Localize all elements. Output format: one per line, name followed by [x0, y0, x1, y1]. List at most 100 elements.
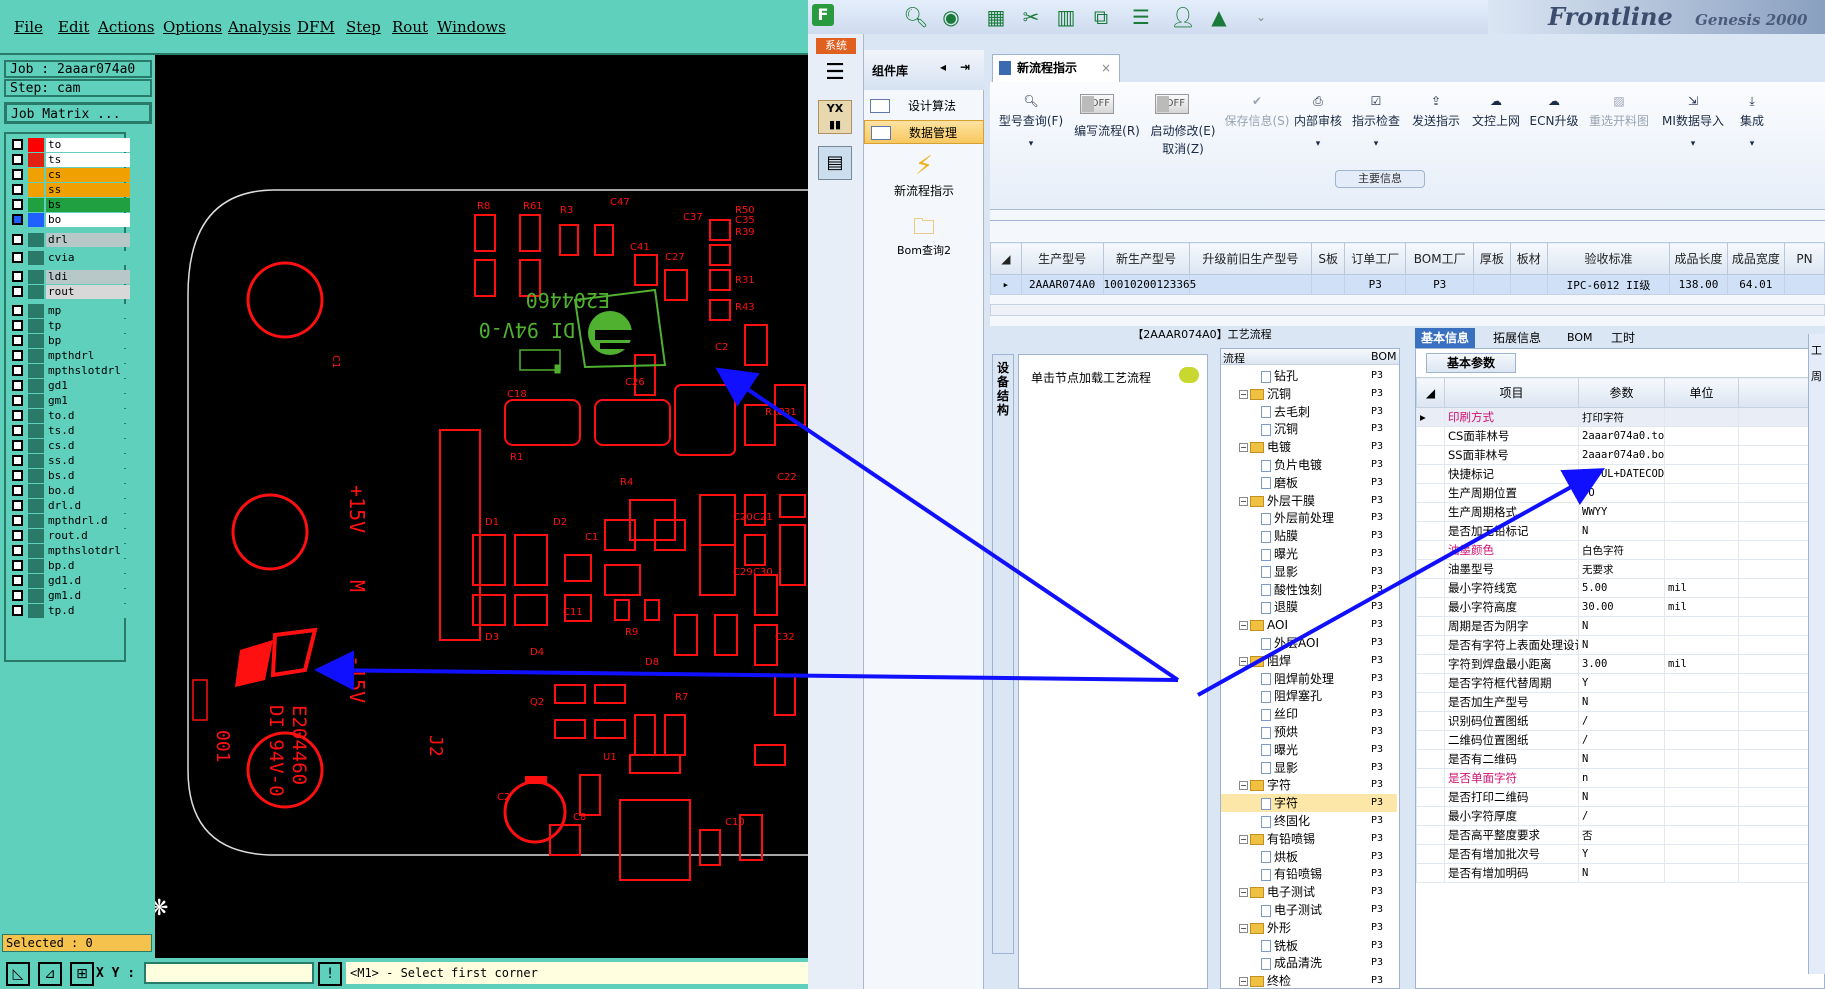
layer-row-mpthslotdrl[interactable]: mpthslotdrl: [8, 364, 130, 378]
ribbon-send-instruction[interactable]: ⇪ 发送指示: [1408, 94, 1464, 129]
tree-node[interactable]: 外层前处理 P3: [1221, 509, 1397, 527]
chevron-left-icon[interactable]: ◂: [940, 60, 946, 74]
collapse-icon[interactable]: −: [1239, 781, 1248, 791]
menu-analysis[interactable]: Analysis: [228, 18, 291, 36]
layer-checkbox[interactable]: [12, 154, 23, 165]
tree-node[interactable]: 曝光 P3: [1221, 741, 1397, 759]
param-row[interactable]: 是否打印二维码 N: [1416, 787, 1824, 807]
ribbon-integrate[interactable]: ⤓ 集成 ▾: [1732, 94, 1772, 149]
tree-node[interactable]: 沉铜 P3: [1221, 420, 1397, 438]
collapse-icon[interactable]: −: [1239, 389, 1248, 399]
tree-node[interactable]: 有铅喷锡 P3: [1221, 865, 1397, 883]
param-row[interactable]: 是否单面字符 n: [1416, 768, 1824, 788]
process-tree[interactable]: 流程 BOM 钻孔 P3 − 沉铜 P3 去毛刺 P3 沉铜 P3 − 电镀 P3 负片电镀 P3 磨板 P3…: [1220, 348, 1400, 989]
param-row[interactable]: 是否有增加批次号 Y: [1416, 844, 1824, 864]
param-row[interactable]: 是否有增加明码 N: [1416, 863, 1824, 883]
tree-node[interactable]: 去毛刺 P3: [1221, 403, 1397, 421]
layer-checkbox[interactable]: [12, 395, 23, 406]
layer-checkbox[interactable]: [12, 500, 23, 511]
layer-checkbox[interactable]: [12, 590, 23, 601]
ribbon-instruction-check[interactable]: ☑ 指示检查 ▾: [1348, 94, 1404, 149]
collapse-icon[interactable]: −: [1239, 496, 1248, 506]
param-row[interactable]: 是否高平整度要求否: [1416, 825, 1824, 845]
comp-item-data-mgmt[interactable]: 数据管理: [864, 120, 984, 144]
close-icon[interactable]: ×: [1101, 55, 1111, 81]
layer-row-ts.d[interactable]: ts.d: [8, 424, 130, 438]
col-header[interactable]: 成品长度: [1669, 242, 1728, 275]
tile-new-process[interactable]: ⚡︎ 新流程指示: [864, 150, 984, 210]
horizontal-scrollbar[interactable]: [990, 304, 1825, 316]
tree-node[interactable]: 预烘 P3: [1221, 723, 1397, 741]
tree-node[interactable]: 电子测试 P3: [1221, 901, 1397, 919]
param-row[interactable]: 生产周期位置 TO: [1416, 483, 1824, 503]
layer-row-gm1[interactable]: gm1: [8, 394, 130, 408]
col-header[interactable]: 订单工厂: [1344, 242, 1407, 275]
layer-row-mp[interactable]: mp: [8, 304, 130, 318]
param-row[interactable]: 字符到焊盘最小距离 3.00 mil: [1416, 654, 1824, 674]
tree-node[interactable]: 外层AOI P3: [1221, 634, 1397, 652]
ribbon-internal-review[interactable]: ⎙ 内部审核 ▾: [1290, 94, 1346, 149]
chart-icon[interactable]: ▲: [1206, 4, 1232, 30]
menu-actions[interactable]: Actions: [98, 18, 154, 36]
col-header[interactable]: 厚板: [1472, 242, 1511, 275]
search-icon[interactable]: 🔍︎: [903, 4, 929, 30]
grid-tool-icon[interactable]: ⊞: [70, 962, 94, 986]
tree-node[interactable]: − 终检 P3: [1221, 972, 1397, 988]
col-header[interactable]: 成品宽度: [1726, 242, 1786, 275]
layer-checkbox[interactable]: [12, 605, 23, 616]
ribbon-model-query[interactable]: 🔍︎ 型号查询(F) ▾: [996, 94, 1066, 149]
col-header[interactable]: S板: [1311, 242, 1346, 275]
layer-row-ldi[interactable]: ldi: [8, 270, 130, 284]
layer-checkbox[interactable]: [12, 515, 23, 526]
ribbon-save-info[interactable]: ✔ 保存信息(S): [1224, 94, 1290, 129]
layer-checkbox[interactable]: [12, 234, 23, 245]
tree-node[interactable]: 成品清洗 P3: [1221, 954, 1397, 972]
param-row[interactable]: 最小字符厚度 /: [1416, 806, 1824, 826]
tile-bom-query[interactable]: 🗀 Bom查询2: [864, 214, 984, 264]
tab-extended-info[interactable]: 拓展信息: [1487, 328, 1547, 348]
layer-checkbox[interactable]: [12, 440, 23, 451]
layer-row-bo.d[interactable]: bo.d: [8, 484, 130, 498]
overflow-icon[interactable]: ⌄: [1248, 4, 1274, 30]
layer-row-mpthdrl[interactable]: mpthdrl: [8, 349, 130, 363]
layer-checkbox[interactable]: [12, 184, 23, 195]
comp-item-design[interactable]: 设计算法: [864, 94, 984, 118]
tree-node[interactable]: 曝光 P3: [1221, 545, 1397, 563]
layer-row-ts[interactable]: ts: [8, 153, 130, 167]
collapse-icon[interactable]: −: [1239, 834, 1248, 844]
layer-row-to[interactable]: to: [8, 138, 130, 152]
collapse-icon[interactable]: −: [1239, 443, 1248, 453]
copy-icon[interactable]: ⧉: [1088, 4, 1114, 30]
col-header[interactable]: 板材: [1509, 242, 1548, 275]
col-header[interactable]: 验收标准: [1546, 242, 1671, 275]
pin-icon[interactable]: ⇥: [960, 60, 970, 74]
layer-row-to.d[interactable]: to.d: [8, 409, 130, 423]
ribbon-cancel[interactable]: 取消(Z): [1146, 140, 1220, 157]
layer-row-bo[interactable]: bo: [8, 213, 130, 227]
layer-checkbox[interactable]: [12, 271, 23, 282]
tree-node[interactable]: 烘板 P3: [1221, 848, 1397, 866]
param-row[interactable]: 是否有二维码 N: [1416, 749, 1824, 769]
zoom-tool-icon[interactable]: ◺: [6, 962, 30, 986]
tree-node[interactable]: − 外形 P3: [1221, 919, 1397, 937]
tree-node[interactable]: 字符 P3: [1221, 794, 1397, 813]
toggle-write-process[interactable]: OFF: [1080, 94, 1114, 114]
collapse-icon[interactable]: −: [1239, 656, 1248, 666]
list-icon[interactable]: ☰: [1128, 4, 1154, 30]
layer-row-bp.d[interactable]: bp.d: [8, 559, 130, 573]
layer-checkbox[interactable]: [12, 214, 23, 225]
tree-node[interactable]: 丝印 P3: [1221, 705, 1397, 723]
layer-checkbox[interactable]: [12, 320, 23, 331]
vertical-tab-equipment[interactable]: 设备结构: [992, 354, 1014, 954]
layer-row-bs.d[interactable]: bs.d: [8, 469, 130, 483]
layer-checkbox[interactable]: [12, 305, 23, 316]
collapse-icon[interactable]: −: [1239, 977, 1248, 987]
menu-options[interactable]: Options: [163, 18, 222, 36]
layer-checkbox[interactable]: [12, 485, 23, 496]
menu-rout[interactable]: Rout: [392, 18, 428, 36]
layer-checkbox[interactable]: [12, 286, 23, 297]
layer-checkbox[interactable]: [12, 575, 23, 586]
tree-node[interactable]: 退膜 P3: [1221, 598, 1397, 616]
param-row[interactable]: SS面菲林号 2aaar074a0.bo: [1416, 445, 1824, 465]
xy-input[interactable]: [144, 962, 314, 984]
